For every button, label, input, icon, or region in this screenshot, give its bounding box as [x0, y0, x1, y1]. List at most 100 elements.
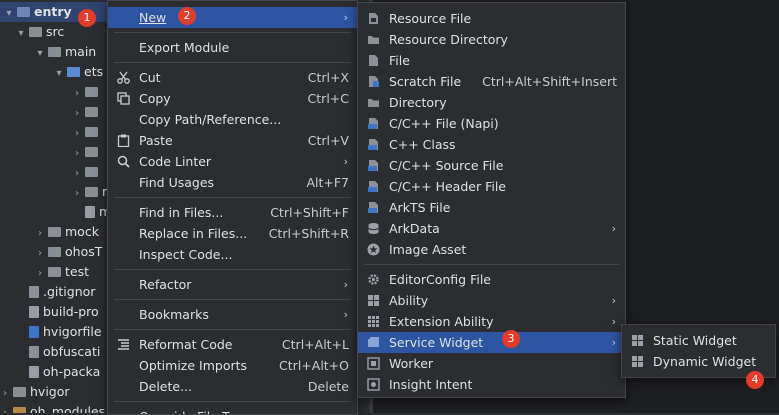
tree-item-folder[interactable]: › [0, 82, 102, 102]
chevron-right-icon[interactable]: › [72, 164, 82, 184]
image-asset-icon [367, 243, 380, 256]
menu-item-delete[interactable]: Delete... Delete [108, 376, 357, 397]
menu-separator [114, 32, 351, 33]
tree-item-oh-package[interactable]: oh-packa [0, 362, 100, 382]
menu-item-shortcut: Ctrl+C [307, 91, 349, 106]
tree-item-folder[interactable]: › [0, 162, 102, 182]
submenu-item-scratch-file[interactable]: Scratch File Ctrl+Alt+Shift+Insert [358, 71, 625, 92]
tree-item-obfuscation[interactable]: obfuscati [0, 342, 100, 362]
submenu-item-cpp-source-file[interactable]: C/C++ Source File [358, 155, 625, 176]
menu-item-new[interactable]: New › [108, 7, 357, 28]
tree-item-hvigor[interactable]: › hvigor [0, 382, 70, 402]
submenu-item-file[interactable]: File [358, 50, 625, 71]
chevron-down-icon[interactable]: ▾ [4, 4, 14, 24]
menu-separator [364, 264, 619, 265]
chevron-right-icon[interactable]: › [35, 264, 45, 284]
submenu-item-static-widget[interactable]: Static Widget [622, 330, 775, 351]
step-badge: 1 [78, 9, 96, 27]
chevron-right-icon[interactable]: › [0, 384, 10, 404]
folder-icon [67, 67, 80, 77]
submenu-item-dynamic-widget[interactable]: Dynamic Widget [622, 351, 775, 372]
submenu-item-service-widget[interactable]: Service Widget › [358, 332, 625, 353]
menu-item-cut[interactable]: Cut Ctrl+X [108, 67, 357, 88]
menu-item-reformat-code[interactable]: Reformat Code Ctrl+Alt+L [108, 334, 357, 355]
tree-item-folder[interactable]: › [0, 102, 102, 122]
menu-item-label: Paste [139, 133, 173, 148]
file-icon [29, 346, 39, 358]
tree-item-label: entry [34, 4, 72, 19]
menu-item-find-in-files[interactable]: Find in Files... Ctrl+Shift+F [108, 202, 357, 223]
menu-item-label: Dynamic Widget [653, 354, 757, 369]
menu-item-copy-path[interactable]: Copy Path/Reference... [108, 109, 357, 130]
submenu-item-resource-directory[interactable]: Resource Directory [358, 29, 625, 50]
menu-item-find-usages[interactable]: Find Usages Alt+F7 [108, 172, 357, 193]
folder-icon [368, 36, 379, 44]
tree-item-folder[interactable]: › [0, 122, 102, 142]
file-icon [29, 286, 39, 298]
tree-item-gitignore[interactable]: .gitignor [0, 282, 95, 302]
menu-item-refactor[interactable]: Refactor › [108, 274, 357, 295]
tree-item-ohostest[interactable]: › ohosT [0, 242, 102, 262]
menu-item-label: Reformat Code [139, 337, 233, 352]
new-submenu: Resource File Resource Directory File Sc… [357, 2, 626, 398]
tree-item-mock[interactable]: › mock [0, 222, 99, 242]
tree-item-main[interactable]: ▾ main [0, 42, 96, 62]
chevron-down-icon[interactable]: ▾ [35, 44, 45, 64]
chevron-right-icon[interactable]: › [72, 124, 82, 144]
chevron-right-icon[interactable]: › [72, 144, 82, 164]
menu-item-code-linter[interactable]: Code Linter › [108, 151, 357, 172]
chevron-right-icon[interactable]: › [72, 84, 82, 104]
tree-item-resources[interactable]: ›res [0, 182, 107, 202]
menu-item-inspect-code[interactable]: Inspect Code... [108, 244, 357, 265]
submenu-item-directory[interactable]: Directory [358, 92, 625, 113]
submenu-item-extension-ability[interactable]: Extension Ability › [358, 311, 625, 332]
tree-item-label: build-pro [43, 304, 99, 319]
menu-item-label: Scratch File [389, 74, 462, 89]
tree-item-hvigorfile[interactable]: hvigorfile [0, 322, 102, 342]
tree-item-build-profile[interactable]: build-pro [0, 302, 99, 322]
context-menu: New › Export Module Cut Ctrl+X Copy Ctrl+C … [107, 0, 358, 415]
menu-item-label: Copy [139, 91, 171, 106]
submenu-item-worker[interactable]: Worker [358, 353, 625, 374]
tree-item-label: ohosT [65, 244, 103, 259]
submenu-item-image-asset[interactable]: Image Asset [358, 239, 625, 260]
submenu-item-insight-intent[interactable]: Insight Intent [358, 374, 625, 395]
menu-item-optimize-imports[interactable]: Optimize Imports Ctrl+Alt+O [108, 355, 357, 376]
menu-item-export-module[interactable]: Export Module [108, 37, 357, 58]
menu-item-paste[interactable]: Paste Ctrl+V [108, 130, 357, 151]
chevron-right-icon[interactable]: › [35, 224, 45, 244]
menu-item-label: ArkTS File [389, 200, 451, 215]
chevron-right-icon[interactable]: › [0, 404, 10, 413]
submenu-item-cpp-file-napi[interactable]: C/C++ File (Napi) [358, 113, 625, 134]
tree-item-label: oh-packa [43, 364, 101, 379]
chevron-down-icon[interactable]: ▾ [16, 24, 26, 44]
submenu-item-arkdata[interactable]: ArkData › [358, 218, 625, 239]
step-badge: 3 [502, 330, 520, 348]
arkts-file-icon [368, 202, 378, 213]
tree-item-oh-modules[interactable]: › oh_modules [0, 402, 105, 413]
tree-item-label: mock [65, 224, 99, 239]
submenu-item-ability[interactable]: Ability › [358, 290, 625, 311]
tree-item-src[interactable]: ▾ src [0, 22, 64, 42]
cpp-class-icon [368, 139, 378, 150]
menu-separator [114, 269, 351, 270]
menu-item-label: Service Widget [389, 335, 484, 350]
menu-item-label: Extension Ability [389, 314, 494, 329]
chevron-down-icon[interactable]: ▾ [54, 64, 64, 84]
submenu-item-editorconfig-file[interactable]: EditorConfig File [358, 269, 625, 290]
submenu-item-cpp-header-file[interactable]: C/C++ Header File [358, 176, 625, 197]
chevron-right-icon[interactable]: › [72, 184, 82, 204]
chevron-right-icon[interactable]: › [72, 104, 82, 124]
submenu-item-cpp-class[interactable]: C++ Class [358, 134, 625, 155]
tree-item-ets[interactable]: ▾ ets [0, 62, 103, 82]
menu-item-copy[interactable]: Copy Ctrl+C [108, 88, 357, 109]
menu-item-replace-in-files[interactable]: Replace in Files... Ctrl+Shift+R [108, 223, 357, 244]
chevron-right-icon: › [611, 315, 616, 328]
tree-item-test[interactable]: › test [0, 262, 89, 282]
menu-item-bookmarks[interactable]: Bookmarks › [108, 304, 357, 325]
submenu-item-arkts-file[interactable]: ArkTS File [358, 197, 625, 218]
chevron-right-icon[interactable]: › [35, 244, 45, 264]
tree-item-folder[interactable]: › [0, 142, 102, 162]
submenu-item-resource-file[interactable]: Resource File [358, 8, 625, 29]
tree-item-module-json[interactable]: mo [0, 202, 107, 222]
